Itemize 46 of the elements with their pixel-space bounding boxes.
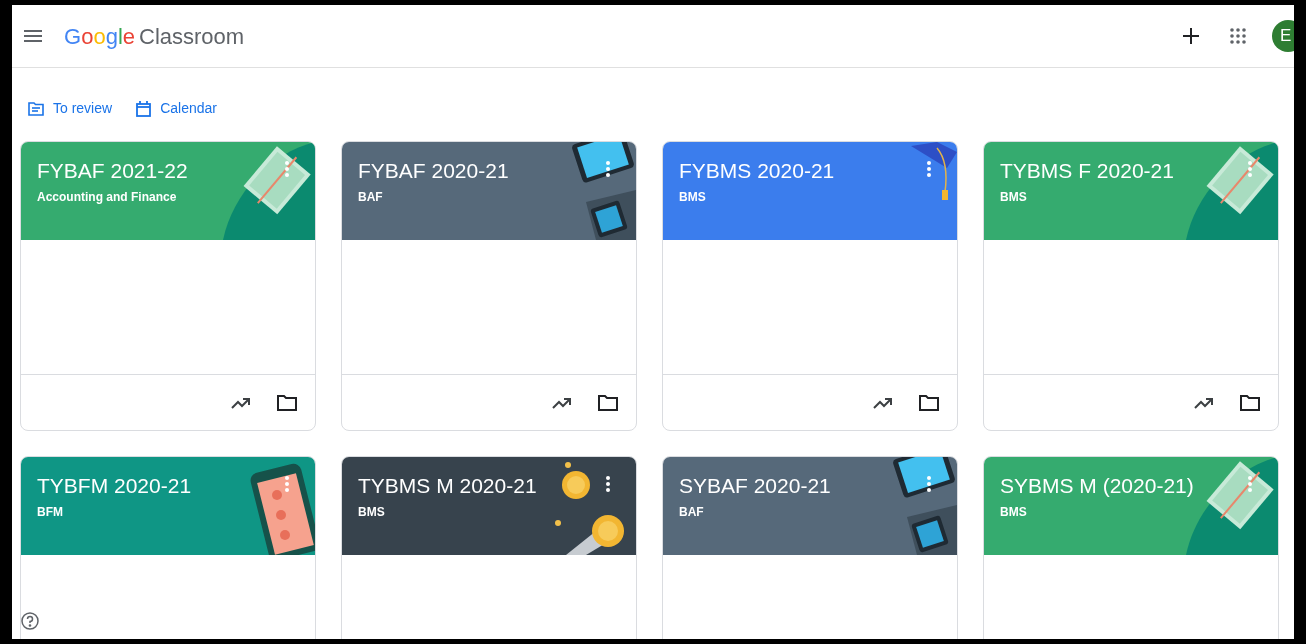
class-title[interactable]: TYBMS F 2020-21 (1000, 158, 1278, 184)
trending-up-icon[interactable] (873, 396, 893, 409)
folder-icon[interactable] (598, 394, 618, 411)
class-card[interactable]: FYBMS 2020-21 BMS (662, 141, 958, 431)
trending-up-icon[interactable] (231, 396, 251, 409)
class-section: BAF (358, 188, 636, 206)
class-title[interactable]: TYBMS M 2020-21 (358, 473, 636, 499)
apps-grid-icon[interactable] (1230, 28, 1246, 44)
more-options-icon[interactable] (606, 476, 610, 492)
class-title[interactable]: FYBAF 2020-21 (358, 158, 636, 184)
class-section: Accounting and Finance (37, 188, 315, 206)
folder-list-icon (28, 101, 44, 116)
calendar-icon (136, 100, 152, 117)
class-section: BMS (1000, 188, 1278, 206)
class-card[interactable]: FYBAF 2020-21 BAF (341, 141, 637, 431)
nav-link[interactable]: To review (28, 98, 113, 119)
class-section: BMS (1000, 503, 1278, 521)
class-card[interactable]: FYBAF 2021-22 Accounting and Finance (20, 141, 316, 431)
class-section: BMS (679, 188, 957, 206)
more-options-icon[interactable] (606, 161, 610, 177)
class-card[interactable]: SYBMS M (2020-21) BMS (983, 456, 1279, 639)
help-icon[interactable] (21, 612, 39, 630)
class-title[interactable]: SYBAF 2020-21 (679, 473, 957, 499)
trending-up-icon[interactable] (552, 396, 572, 409)
class-title[interactable]: FYBMS 2020-21 (679, 158, 957, 184)
class-section: BFM (37, 503, 315, 521)
class-card[interactable]: SYBAF 2020-21 BAF (662, 456, 958, 639)
class-title[interactable]: SYBMS M (2020-21) (1000, 473, 1278, 499)
folder-icon[interactable] (919, 394, 939, 411)
class-section: BAF (679, 503, 957, 521)
class-card[interactable]: TYBFM 2020-21 BFM (20, 456, 316, 639)
class-card[interactable]: TYBMS M 2020-21 BMS (341, 456, 637, 639)
class-title[interactable]: TYBFM 2020-21 (37, 473, 315, 499)
nav-link[interactable]: Calendar (136, 98, 217, 119)
folder-icon[interactable] (1240, 394, 1260, 411)
folder-icon[interactable] (277, 394, 297, 411)
account-avatar[interactable]: E (1272, 20, 1294, 52)
menu-icon[interactable] (24, 30, 42, 42)
more-options-icon[interactable] (927, 476, 931, 492)
app-logo[interactable]: Google Classroom (64, 19, 245, 53)
plus-icon[interactable] (1183, 28, 1199, 44)
class-title[interactable]: FYBAF 2021-22 (37, 158, 315, 184)
class-section: BMS (358, 503, 636, 521)
class-card[interactable]: TYBMS F 2020-21 BMS (983, 141, 1279, 431)
trending-up-icon[interactable] (1194, 396, 1214, 409)
graduation-cap-drawing (911, 142, 957, 200)
